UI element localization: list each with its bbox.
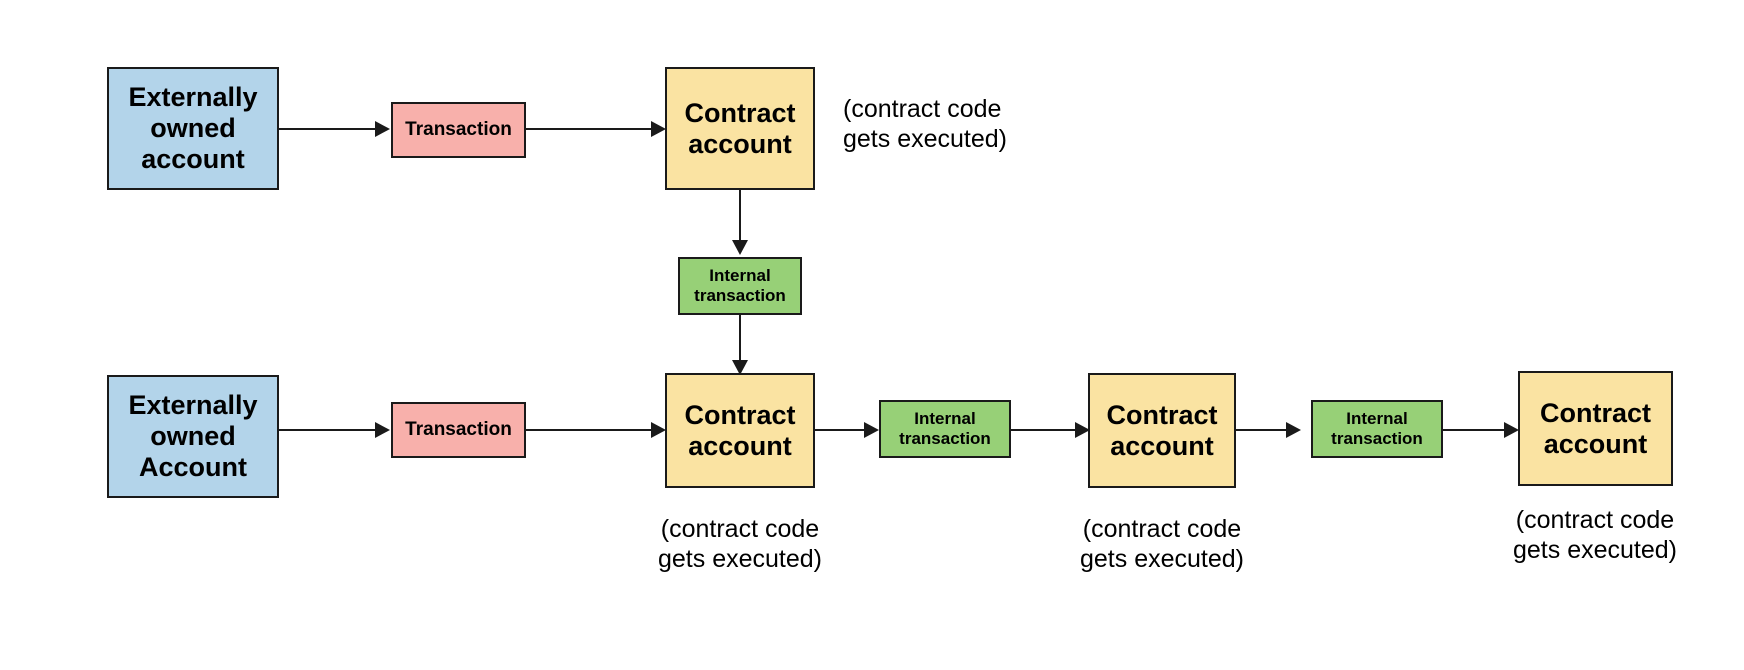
node-internal-transaction-1-row2[interactable]: Internal transaction [879, 400, 1011, 458]
arrowhead-transaction-to-contract-row1 [651, 121, 666, 137]
edge-transaction-to-contract1-row2 [526, 429, 654, 431]
node-internal-transaction-vertical[interactable]: Internal transaction [678, 257, 802, 315]
edge-internal-to-contract-vertical [739, 315, 741, 364]
node-externally-owned-account-row2[interactable]: Externally owned Account [107, 375, 279, 498]
edge-contract2-to-internal2 [1236, 429, 1289, 431]
node-externally-owned-account-row1[interactable]: Externally owned account [107, 67, 279, 190]
arrowhead-contract1-to-internal1 [864, 422, 879, 438]
arrowhead-internal2-to-contract3 [1504, 422, 1519, 438]
edge-contract1-to-internal1 [815, 429, 867, 431]
edge-eoa-to-transaction-row1 [279, 128, 378, 130]
edge-internal2-to-contract3 [1443, 429, 1507, 431]
arrowhead-contract-to-internal-vertical [732, 240, 748, 255]
node-contract-account-1-row2[interactable]: Contract account [665, 373, 815, 488]
arrowhead-contract2-to-internal2 [1286, 422, 1301, 438]
caption-contract-account-3-row2: (contract code gets executed) [1513, 506, 1677, 564]
node-internal-transaction-2-row2[interactable]: Internal transaction [1311, 400, 1443, 458]
node-contract-account-3-row2[interactable]: Contract account [1518, 371, 1673, 486]
caption-contract-account-row1: (contract code gets executed) [843, 95, 1007, 153]
edge-contract-to-internal-vertical [739, 190, 741, 243]
edge-transaction-to-contract-row1 [526, 128, 654, 130]
node-transaction-row1[interactable]: Transaction [391, 102, 526, 158]
arrowhead-eoa-to-transaction-row1 [375, 121, 390, 137]
caption-contract-account-2-row2: (contract code gets executed) [1080, 515, 1244, 573]
node-contract-account-2-row2[interactable]: Contract account [1088, 373, 1236, 488]
node-contract-account-row1[interactable]: Contract account [665, 67, 815, 190]
edge-eoa-to-transaction-row2 [279, 429, 378, 431]
caption-contract-account-1-row2: (contract code gets executed) [658, 515, 822, 573]
diagram-canvas: Externally owned account Transaction Con… [0, 0, 1744, 670]
arrowhead-eoa-to-transaction-row2 [375, 422, 390, 438]
node-transaction-row2[interactable]: Transaction [391, 402, 526, 458]
edge-internal1-to-contract2 [1011, 429, 1078, 431]
arrowhead-transaction-to-contract1-row2 [651, 422, 666, 438]
